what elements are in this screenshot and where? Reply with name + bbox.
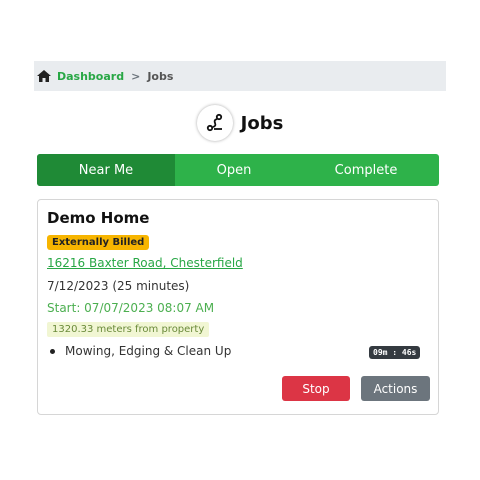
breadcrumb-separator: > xyxy=(131,69,141,83)
page-header: Jobs xyxy=(0,103,480,143)
job-address-link[interactable]: 16216 Baxter Road, Chesterfield xyxy=(47,256,243,270)
route-icon xyxy=(196,105,233,141)
timer-badge: 09m : 46s xyxy=(369,346,421,359)
breadcrumb-dashboard-link[interactable]: Dashboard xyxy=(57,70,124,83)
billing-badge: Externally Billed xyxy=(47,235,150,250)
job-start-time: Start: 07/07/2023 08:07 AM xyxy=(47,301,215,315)
tab-near-me[interactable]: Near Me xyxy=(37,154,175,186)
breadcrumb-current: Jobs xyxy=(147,69,174,83)
job-filter-tabs: Near Me Open Complete xyxy=(37,154,439,186)
tab-complete[interactable]: Complete xyxy=(293,154,439,186)
job-date: 7/12/2023 (25 minutes) xyxy=(47,279,190,293)
distance-badge: 1320.33 meters from property xyxy=(47,322,210,337)
page-title: Jobs xyxy=(240,112,284,134)
job-card: Demo Home Externally Billed 16216 Baxter… xyxy=(37,199,439,415)
actions-button[interactable]: Actions xyxy=(361,376,430,401)
job-title: Demo Home xyxy=(47,209,150,227)
home-icon[interactable] xyxy=(37,70,51,82)
service-list-item: Mowing, Edging & Clean Up xyxy=(47,344,231,358)
bullet-icon xyxy=(50,348,55,354)
service-label: Mowing, Edging & Clean Up xyxy=(65,344,232,358)
breadcrumb: Dashboard > Jobs xyxy=(34,61,446,91)
stop-button[interactable]: Stop xyxy=(282,376,350,401)
tab-open[interactable]: Open xyxy=(175,154,293,186)
